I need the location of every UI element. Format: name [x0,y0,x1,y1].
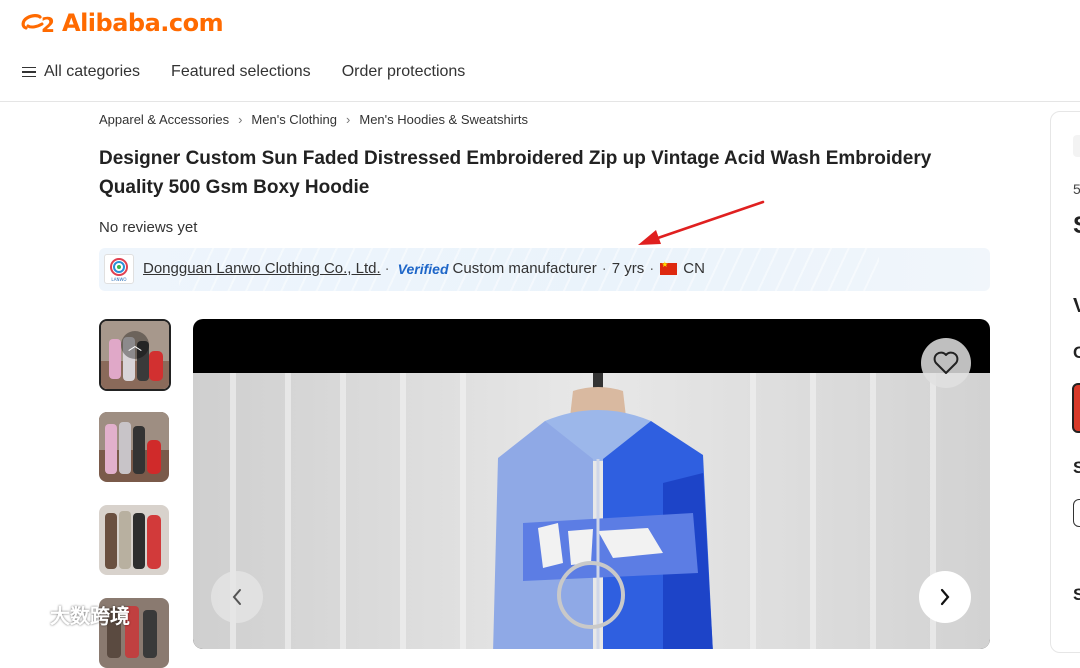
purchase-panel-shipping-label: S [1073,585,1080,604]
menu-icon [22,66,36,78]
featured-selections-link[interactable]: Featured selections [171,63,311,81]
chevron-right-icon: › [346,112,351,127]
alibaba-logo-icon: 2 [21,13,55,35]
supplier-years: 7 yrs [611,260,645,277]
chevron-right-icon [940,588,950,606]
top-nav: All categories Featured selections Order… [22,63,496,81]
supplier-type: Custom manufacturer [452,260,597,277]
supplier-logo[interactable]: LANWO [104,254,134,284]
supplier-country: CN [683,260,705,277]
thumbnail-2[interactable] [99,412,169,482]
chevron-up-icon[interactable]: ︿ [121,331,149,359]
purchase-panel-pill [1073,135,1080,157]
next-image-button[interactable] [919,571,971,623]
chevron-right-icon: › [238,112,243,127]
watermark: 大数跨境 [8,600,130,629]
chevron-left-icon [232,589,241,605]
heart-icon [933,351,959,374]
purchase-panel-size-label: S [1073,458,1080,477]
logo-text: Alibaba.com [62,9,224,37]
reviews-status: No reviews yet [99,219,198,236]
breadcrumb-item[interactable]: Apparel & Accessories [99,112,229,127]
alibaba-logo[interactable]: 2 Alibaba.com [20,8,224,38]
supplier-name-link[interactable]: Dongguan Lanwo Clothing Co., Ltd. [143,260,381,277]
featured-selections-label: Featured selections [171,63,311,80]
product-media-viewer[interactable] [193,319,990,649]
size-option[interactable] [1073,499,1080,527]
breadcrumb-item[interactable]: Men's Clothing [251,112,337,127]
thumbnail-image [99,412,169,482]
header-divider [0,101,1080,102]
annotation-arrow-icon [638,200,765,245]
breadcrumb-item[interactable]: Men's Hoodies & Sweatshirts [359,112,528,127]
all-categories-label: All categories [44,63,141,80]
order-protections-link[interactable]: Order protections [342,63,466,81]
product-photo [193,373,990,649]
verified-badge[interactable]: Verified [398,261,449,277]
order-protections-label: Order protections [341,63,466,80]
purchase-panel-label: C [1073,343,1080,362]
purchase-panel-heading: V [1073,295,1080,317]
separator: · [601,260,607,277]
supplier-logo-icon: LANWO [110,258,128,282]
color-swatch[interactable] [1072,383,1080,433]
all-categories-button[interactable]: All categories [22,63,140,81]
thumbnail-3[interactable] [99,505,169,575]
supplier-info: Dongguan Lanwo Clothing Co., Ltd. · Veri… [143,260,705,278]
thumbnail-image [99,505,169,575]
watermark-text: 大数跨境 [50,606,130,628]
svg-text:LANWO: LANWO [111,277,126,282]
breadcrumb: Apparel & Accessories › Men's Clothing ›… [99,112,528,127]
svg-text:2: 2 [41,13,55,35]
purchase-panel-text: 5 [1073,181,1080,197]
separator: · [649,260,655,277]
previous-image-button[interactable] [211,571,263,623]
product-title: Designer Custom Sun Faded Distressed Emb… [99,148,932,198]
thumbnail-1[interactable]: ︿ [99,319,171,391]
favorite-button[interactable] [921,338,971,388]
watermark-logo-icon [9,606,45,622]
purchase-panel-price: S [1073,212,1080,240]
supplier-bar: LANWO Dongguan Lanwo Clothing Co., Ltd. … [99,248,990,291]
separator: · [384,260,390,277]
china-flag-icon [660,260,678,275]
